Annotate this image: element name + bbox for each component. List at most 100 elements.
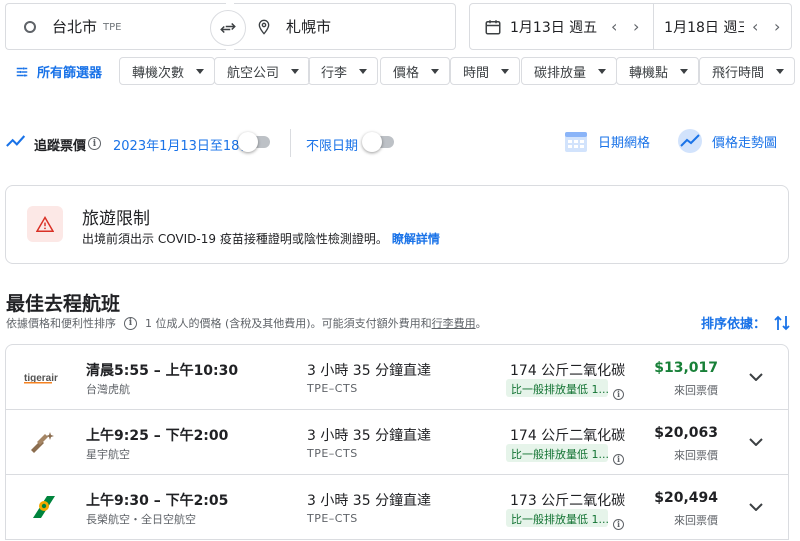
price-graph-label: 價格走勢圖 <box>712 135 778 151</box>
info-icon: i <box>613 453 624 465</box>
info-icon[interactable]: i <box>124 316 137 330</box>
expand-chevron-icon[interactable] <box>746 497 766 517</box>
filter-chip-connecting-airports[interactable]: 轉機點 <box>616 57 700 85</box>
sort-by-button[interactable]: 排序依據： <box>701 313 790 332</box>
destination-field[interactable]: 札幌市 <box>234 3 456 50</box>
flight-stops: 直達 <box>403 493 431 509</box>
calendar-icon <box>485 19 501 34</box>
return-prev-chevron-icon[interactable]: ‹ <box>744 16 766 38</box>
price-graph-icon <box>678 129 702 153</box>
flight-row[interactable]: 上午9:30 – 下午2:05 長榮航空・全日空航空 3 小時 35 分鐘 直達… <box>6 475 788 540</box>
filter-chip-bags[interactable]: 行李 <box>308 57 379 85</box>
flight-results-list: tigerair 清晨5:55 – 上午10:30 台灣虎航 3 小時 35 分… <box>5 344 789 540</box>
starlux-logo <box>24 428 60 456</box>
depart-date[interactable]: 1月13日 週五 <box>510 17 597 37</box>
warning-triangle-icon <box>36 216 54 232</box>
info-icon[interactable]: i <box>88 137 101 150</box>
flight-times: 上午9:30 – 下午2:05 <box>86 493 229 509</box>
learn-more-link[interactable]: 瞭解詳情 <box>392 232 440 246</box>
flight-co2: 174 公斤二氧化碳 <box>510 363 626 379</box>
any-dates-toggle[interactable] <box>362 132 396 152</box>
filter-chip-airlines[interactable]: 航空公司 <box>214 57 311 85</box>
flight-stops: 直達 <box>403 428 431 444</box>
return-date[interactable]: 1月18日 週三 <box>664 17 744 37</box>
caret-down-icon <box>359 68 368 74</box>
caret-down-icon <box>598 68 607 74</box>
date-grid-button[interactable]: 日期網格 <box>563 128 650 154</box>
return-next-chevron-icon[interactable]: › <box>766 16 788 38</box>
flight-stops: 直達 <box>403 363 431 379</box>
flight-co2: 173 公斤二氧化碳 <box>510 493 626 509</box>
flight-duration: 3 小時 35 分鐘 <box>307 428 404 444</box>
flight-route: TPE–CTS <box>307 447 358 460</box>
caret-down-icon <box>501 68 510 74</box>
track-dates-toggle[interactable] <box>238 132 272 152</box>
flight-duration: 3 小時 35 分鐘 <box>307 493 404 509</box>
chip-label: 價格 <box>393 65 420 81</box>
all-filters-button[interactable]: 所有篩選器 <box>15 62 102 81</box>
price-type: 來回票價 <box>674 449 718 462</box>
destination-city: 札幌市 <box>286 18 332 36</box>
caret-down-icon <box>291 68 300 74</box>
flight-airline: 台灣虎航 <box>86 383 130 396</box>
co2-badge: 比一般排放量低 1... <box>506 509 608 527</box>
search-bar: 台北市 TPE 札幌市 1月13日 週五 ‹ › 1月18日 週三 ‹ › <box>0 0 800 54</box>
chip-label: 轉機點 <box>629 65 669 81</box>
bag-fees-link[interactable]: 行李費用 <box>432 315 476 331</box>
flight-times: 上午9:25 – 下午2:00 <box>86 428 229 444</box>
sort-by-label: 排序依據： <box>701 317 767 332</box>
depart-prev-chevron-icon[interactable]: ‹ <box>603 16 625 38</box>
flight-price: $13,017 <box>654 360 718 376</box>
co2-info[interactable]: i <box>613 382 624 401</box>
swap-arrows-icon <box>220 22 236 34</box>
depart-next-chevron-icon[interactable]: › <box>625 16 647 38</box>
expand-chevron-icon[interactable] <box>746 432 766 452</box>
co2-info[interactable]: i <box>613 447 624 466</box>
origin-circle-icon <box>24 20 36 33</box>
date-divider <box>653 3 655 50</box>
filter-chip-duration[interactable]: 飛行時間 <box>699 57 796 85</box>
chip-label: 時間 <box>463 65 490 81</box>
flight-price: $20,063 <box>654 425 718 441</box>
restrictions-body: 出境前須出示 COVID-19 疫苗接種證明或陰性檢測證明。 <box>82 232 388 246</box>
date-range-field: 1月13日 週五 ‹ › 1月18日 週三 ‹ › <box>469 3 792 50</box>
flight-airline: 長榮航空・全日空航空 <box>86 513 196 526</box>
restrictions-title: 旅遊限制 <box>82 209 150 229</box>
flight-row[interactable]: 上午9:25 – 下午2:00 星宇航空 3 小時 35 分鐘 直達 TPE–C… <box>6 410 788 475</box>
origin-code: TPE <box>103 22 122 33</box>
any-dates-label: 不限日期 <box>306 139 359 154</box>
divider <box>290 129 291 157</box>
filter-chip-stops[interactable]: 轉機次數 <box>119 57 216 85</box>
track-prices-label: 追蹤票價 <box>34 139 87 154</box>
location-pin-icon <box>258 19 270 35</box>
chip-label: 行李 <box>321 65 348 81</box>
eva-air-logo <box>24 493 60 521</box>
info-icon: i <box>613 518 624 530</box>
price-type: 來回票價 <box>674 514 718 527</box>
caret-down-icon <box>196 68 205 74</box>
flight-price: $20,494 <box>654 490 718 506</box>
date-grid-label: 日期網格 <box>598 135 651 151</box>
co2-info[interactable]: i <box>613 512 624 531</box>
results-title: 最佳去程航班 <box>6 293 121 315</box>
info-icon: i <box>613 388 624 400</box>
chip-label: 飛行時間 <box>712 65 765 81</box>
all-filters-label: 所有篩選器 <box>37 66 103 81</box>
price-graph-button[interactable]: 價格走勢圖 <box>677 128 777 154</box>
filter-chip-times[interactable]: 時間 <box>450 57 521 85</box>
results-price-note-end: 。 <box>475 317 487 330</box>
flight-row[interactable]: tigerair 清晨5:55 – 上午10:30 台灣虎航 3 小時 35 分… <box>6 345 788 410</box>
co2-badge: 比一般排放量低 1... <box>506 444 608 462</box>
date-grid-icon <box>565 132 587 152</box>
filter-bar: 所有篩選器 轉機次數 航空公司 行李 價格 時間 碳排放量 轉機點 飛行時間 <box>0 57 800 87</box>
swap-button[interactable] <box>210 10 246 46</box>
chip-label: 航空公司 <box>227 65 280 81</box>
filter-chip-emissions[interactable]: 碳排放量 <box>521 57 618 85</box>
filter-sliders-icon <box>16 66 28 77</box>
chip-label: 碳排放量 <box>534 65 587 81</box>
results-price-note: 1 位成人的價格 (含稅及其他費用)。可能須支付額外費用和 <box>145 317 432 330</box>
caret-down-icon <box>431 68 440 74</box>
expand-chevron-icon[interactable] <box>746 367 766 387</box>
origin-field[interactable]: 台北市 TPE <box>5 3 226 50</box>
filter-chip-price[interactable]: 價格 <box>380 57 451 85</box>
